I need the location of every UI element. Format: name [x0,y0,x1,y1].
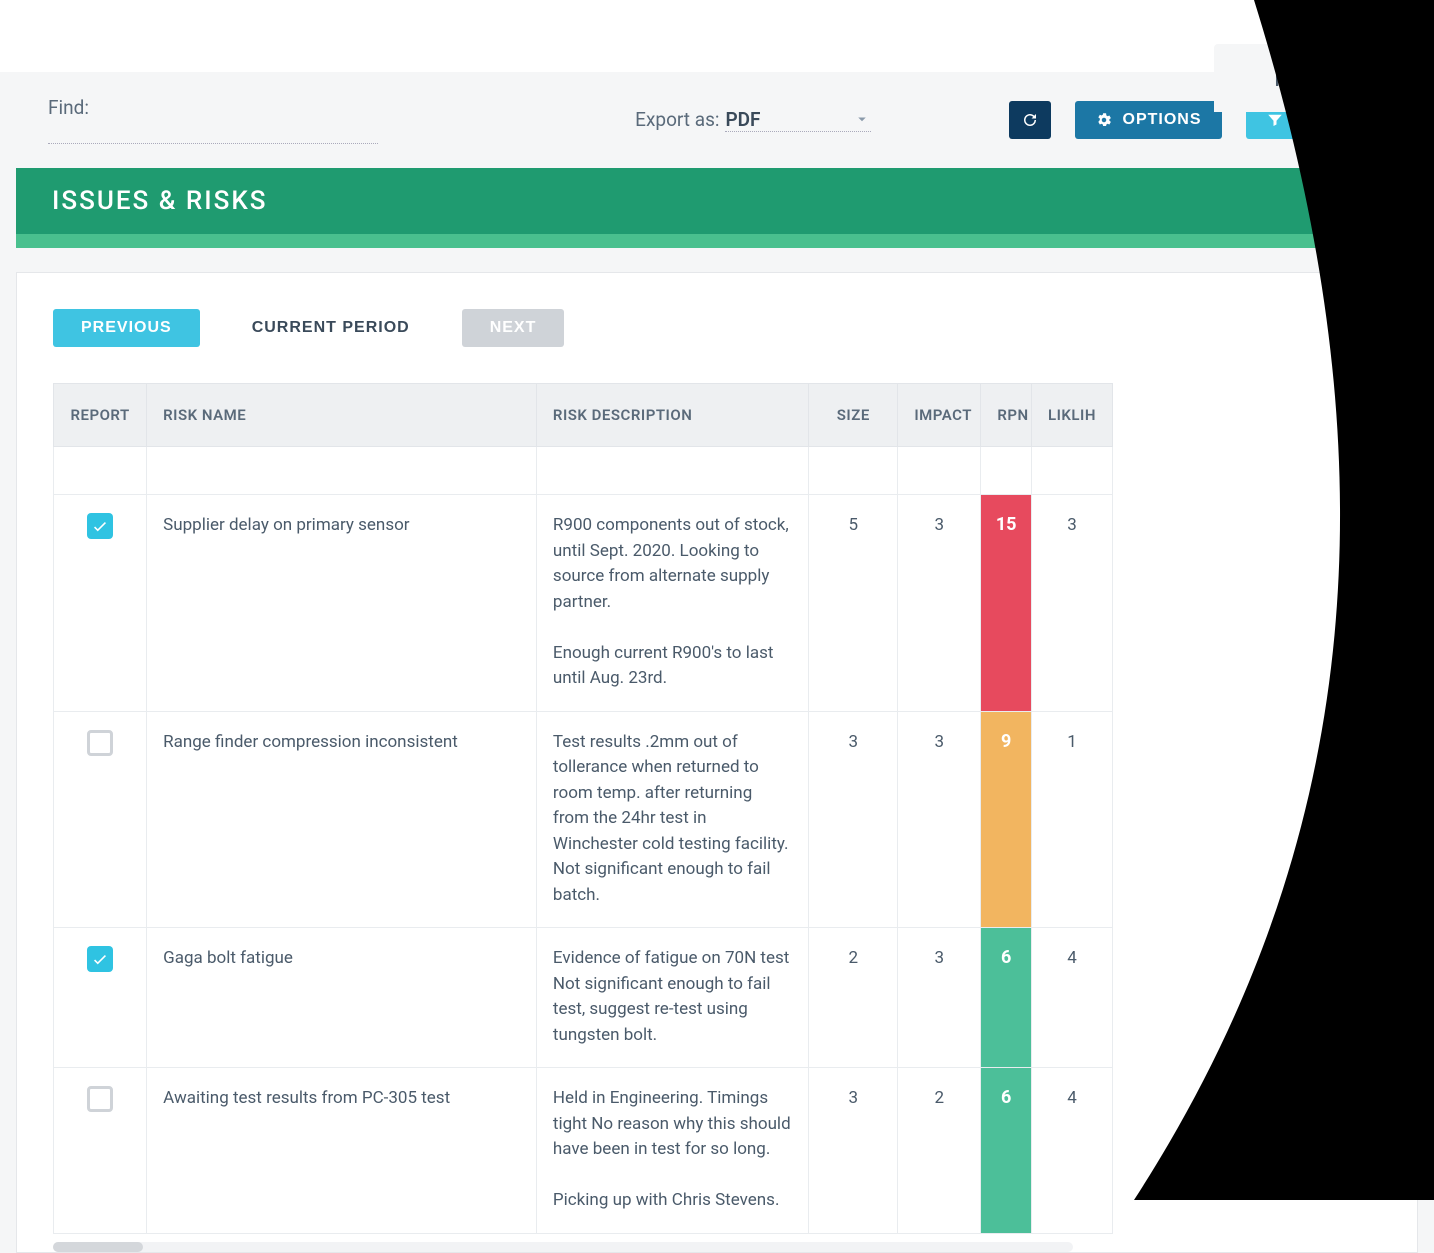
table-row: Gaga bolt fatigueEvidence of fatigue on … [54,928,1113,1068]
refresh-button[interactable] [1009,101,1051,139]
rpn-cell: 9 [981,711,1032,928]
report-checkbox[interactable] [87,513,113,539]
options-label: OPTIONS [1123,111,1202,129]
col-rpn[interactable]: RPN [981,384,1032,447]
risk-description-cell: Held in Engineering. Timings tight No re… [536,1068,808,1234]
page-title: ISSUES & RISKS [16,168,1418,234]
risk-name-cell: Range finder compression inconsistent [147,711,537,928]
filters-label: FILTERS [1294,111,1366,129]
report-checkbox[interactable] [87,946,113,972]
col-likelihood[interactable]: LIKLIH [1031,384,1112,447]
table-row: Supplier delay on primary sensorR900 com… [54,495,1113,712]
size-cell: 5 [809,495,898,712]
risk-name-cell: Awaiting test results from PC-305 test [147,1068,537,1234]
risk-description-cell: Evidence of fatigue on 70N test Not sign… [536,928,808,1068]
impact-cell: 3 [898,495,981,712]
options-button[interactable]: OPTIONS [1075,101,1222,139]
rpn-cell: 6 [981,928,1032,1068]
likelihood-cell: 4 [1031,928,1112,1068]
risk-name-cell: Supplier delay on primary sensor [147,495,537,712]
table-row: Awaiting test results from PC-305 testHe… [54,1068,1113,1234]
col-report[interactable]: REPORT [54,384,147,447]
find-label: Find: [48,96,378,119]
tab-next[interactable]: NEXT [462,309,565,347]
export-label: Export as: [635,108,719,131]
impact-cell: 3 [898,928,981,1068]
refresh-icon [1021,111,1039,129]
col-risk-description[interactable]: RISK DESCRIPTION [536,384,808,447]
report-checkbox[interactable] [87,730,113,756]
rpn-cell: 6 [981,1068,1032,1234]
chevron-down-icon [853,110,871,133]
risk-description-cell: Test results .2mm out of tollerance when… [536,711,808,928]
risk-name-cell: Gaga bolt fatigue [147,928,537,1068]
export-select[interactable]: Export as: PDF [635,108,870,132]
size-cell: 2 [809,928,898,1068]
likelihood-cell: 1 [1031,711,1112,928]
horizontal-scrollbar[interactable] [53,1242,1073,1252]
size-cell: 3 [809,711,898,928]
risk-description-cell: R900 components out of stock, until Sept… [536,495,808,712]
tab-current-period[interactable]: CURRENT PERIOD [224,309,438,347]
col-impact[interactable]: IMPACT [898,384,981,447]
banner-accent [16,234,1418,248]
rpn-cell: 15 [981,495,1032,712]
col-size[interactable]: SIZE [809,384,898,447]
impact-cell: 3 [898,711,981,928]
size-cell: 3 [809,1068,898,1234]
filter-icon [1266,111,1284,129]
report-checkbox[interactable] [87,1086,113,1112]
top-tab-risks[interactable]: Risks [1214,44,1394,112]
impact-cell: 2 [898,1068,981,1234]
find-input[interactable] [48,121,378,144]
risks-table: REPORT RISK NAME RISK DESCRIPTION SIZE I… [53,383,1113,1234]
gear-icon [1095,111,1113,129]
export-value: PDF [725,108,760,131]
likelihood-cell: 3 [1031,495,1112,712]
likelihood-cell: 4 [1031,1068,1112,1234]
tab-previous[interactable]: PREVIOUS [53,309,200,347]
col-risk-name[interactable]: RISK NAME [147,384,537,447]
table-row: Range finder compression inconsistentTes… [54,711,1113,928]
